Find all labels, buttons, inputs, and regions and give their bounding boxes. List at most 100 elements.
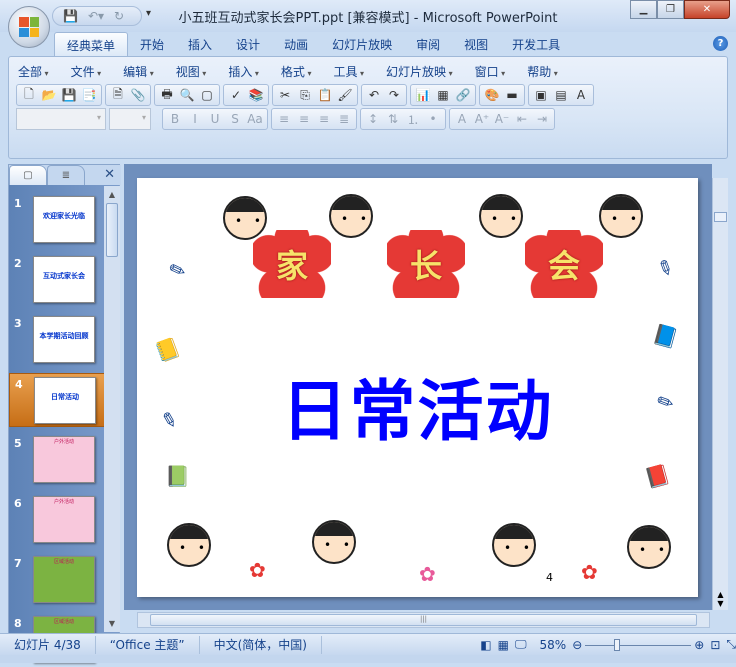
format-painter-icon[interactable]: 🖌 [335, 86, 355, 104]
menu-item-1[interactable]: 文件 [71, 63, 102, 80]
language[interactable]: 中文(简体，中国) [200, 635, 322, 654]
attach-icon[interactable]: 📎 [128, 86, 148, 104]
line-spacing-icon[interactable]: ↕ [363, 110, 383, 128]
menu-item-5[interactable]: 格式 [281, 63, 312, 80]
text-box-icon[interactable]: A [571, 86, 591, 104]
slides-tab[interactable]: ▢ [9, 165, 47, 185]
close-pane-icon[interactable]: ✕ [98, 165, 121, 185]
scroll-thumb[interactable]: ||| [150, 614, 697, 626]
paste-icon[interactable]: 📋 [315, 86, 335, 104]
shadow-icon[interactable]: S [225, 110, 245, 128]
table-icon[interactable]: ▦ [433, 86, 453, 104]
vertical-scrollbar[interactable]: ▲ ▼ [712, 178, 728, 610]
align-right-icon[interactable]: ≡ [314, 110, 334, 128]
chart-icon[interactable]: 📊 [413, 86, 433, 104]
slide-thumbnail[interactable]: 1 欢迎家长光临 [9, 193, 105, 247]
fit-to-window-icon[interactable]: ⊡ [704, 638, 726, 652]
print-preview-icon[interactable]: 🔍 [177, 86, 197, 104]
menu-item-3[interactable]: 视图 [176, 63, 207, 80]
slide-thumbnail[interactable]: 6 户外活动 [9, 493, 105, 547]
slide-sorter-icon[interactable]: ▦ [495, 638, 512, 652]
layout-icon[interactable]: ▤ [551, 86, 571, 104]
menu-item-4[interactable]: 插入 [228, 63, 259, 80]
text-direction-icon[interactable]: ⇅ [383, 110, 403, 128]
shrink-font-icon[interactable]: A⁻ [492, 110, 512, 128]
redo-icon[interactable]: ↷ [384, 86, 404, 104]
increase-indent-icon[interactable]: ⇥ [532, 110, 552, 128]
tab-6[interactable]: 审阅 [404, 32, 452, 57]
scroll-thumb[interactable] [714, 212, 727, 222]
tab-2[interactable]: 插入 [176, 32, 224, 57]
zoom-out-icon[interactable]: ⊖ [572, 638, 582, 652]
justify-icon[interactable]: ≣ [334, 110, 354, 128]
align-center-icon[interactable]: ≡ [294, 110, 314, 128]
underline-icon[interactable]: U [205, 110, 225, 128]
cut-icon[interactable]: ✂ [275, 86, 295, 104]
slide-thumbnail[interactable]: 4 日常活动 [9, 373, 105, 427]
tab-4[interactable]: 动画 [272, 32, 320, 57]
current-slide[interactable]: 家 长 会 ✏ ✏ 📒 📘 ✏ ✏ 📗 📕 日常活动 ✿ ✿ ✿ 4 [137, 178, 698, 597]
resize-grip-icon[interactable]: ⤡ [726, 637, 736, 652]
font-color-icon[interactable]: A [452, 110, 472, 128]
fill-icon[interactable]: ▬ [502, 86, 522, 104]
font-name-combo[interactable] [16, 108, 106, 130]
font-size-combo[interactable] [109, 108, 151, 130]
print-icon[interactable]: 🖶 [157, 86, 177, 104]
italic-icon[interactable]: I [185, 110, 205, 128]
help-icon[interactable]: ? [713, 36, 728, 51]
zoom-level[interactable]: 58% [540, 638, 567, 652]
slide-title[interactable]: 日常活动 [137, 358, 698, 454]
new-slide-icon[interactable]: ▣ [531, 86, 551, 104]
zoom-slider[interactable] [585, 638, 692, 652]
menu-item-6[interactable]: 工具 [333, 63, 364, 80]
zoom-slider-thumb[interactable] [614, 638, 621, 651]
menu-item-9[interactable]: 帮助 [527, 63, 558, 80]
permission-icon[interactable]: 📑 [79, 86, 99, 104]
slide-thumbnail[interactable]: 2 互动式家长会 [9, 253, 105, 307]
open-icon[interactable]: 📂 [39, 86, 59, 104]
tab-1[interactable]: 开始 [128, 32, 176, 57]
horizontal-scrollbar[interactable]: ||| [137, 612, 710, 628]
numbering-icon[interactable]: ⒈ [403, 110, 423, 128]
thumbnail-scrollbar[interactable]: ▲ ▼ [104, 186, 120, 632]
bold-icon[interactable]: B [165, 110, 185, 128]
close-button[interactable]: ✕ [684, 0, 730, 19]
scroll-thumb[interactable] [106, 203, 118, 257]
hyperlink-icon[interactable]: 🔗 [453, 86, 473, 104]
undo-icon[interactable]: ↶ [364, 86, 384, 104]
tab-3[interactable]: 设计 [224, 32, 272, 57]
slide-thumbnail[interactable]: 3 本学期活动回顾 [9, 313, 105, 367]
decrease-indent-icon[interactable]: ⇤ [512, 110, 532, 128]
restore-button[interactable]: ❐ [657, 0, 684, 19]
minimize-button[interactable]: ▁ [630, 0, 657, 19]
toolbar-group: ✓ 📚 [223, 84, 269, 106]
slide-thumbnail[interactable]: 7 区域活动 [9, 553, 105, 607]
bullets-icon[interactable]: • [423, 110, 443, 128]
spelling-icon[interactable]: ✓ [226, 86, 246, 104]
tab-0[interactable]: 经典菜单 [54, 32, 129, 57]
save-icon[interactable]: 💾 [59, 86, 79, 104]
menu-item-2[interactable]: 编辑 [123, 63, 154, 80]
tab-5[interactable]: 幻灯片放映 [320, 32, 404, 57]
slideshow-icon[interactable]: 🖵 [512, 637, 530, 652]
research-icon[interactable]: 📚 [246, 86, 266, 104]
tab-7[interactable]: 视图 [452, 32, 500, 57]
office-button[interactable] [8, 6, 50, 48]
change-case-icon[interactable]: Aa [245, 110, 265, 128]
tab-8[interactable]: 开发工具 [500, 32, 572, 57]
grow-font-icon[interactable]: A⁺ [472, 110, 492, 128]
outline-tab[interactable]: ≣ [47, 165, 85, 185]
delete-icon[interactable]: 🗎 [108, 86, 128, 104]
new-icon[interactable]: 🗋 [19, 86, 39, 104]
align-left-icon[interactable]: ≡ [274, 110, 294, 128]
frame-icon[interactable]: ▢ [197, 86, 217, 104]
copy-icon[interactable]: ⎘ [295, 86, 315, 104]
normal-view-icon[interactable]: ◧ [477, 638, 494, 652]
slide-thumbnail[interactable]: 5 户外活动 [9, 433, 105, 487]
color-scheme-icon[interactable]: 🎨 [482, 86, 502, 104]
menu-item-8[interactable]: 窗口 [475, 63, 506, 80]
menu-item-7[interactable]: 幻灯片放映 [386, 63, 453, 80]
zoom-in-icon[interactable]: ⊕ [694, 638, 704, 652]
menu-item-0[interactable]: 全部 [18, 63, 49, 80]
prev-next-slide-buttons[interactable]: ▲ ▼ [713, 590, 728, 608]
